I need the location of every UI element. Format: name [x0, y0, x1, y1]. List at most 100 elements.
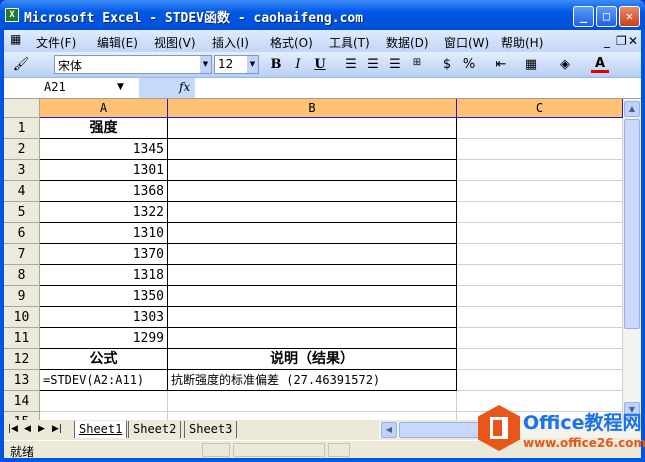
menu-tools[interactable]: 工具(T) [329, 34, 370, 51]
font-size-select[interactable]: 12 ▼ [214, 55, 259, 74]
cell-c11[interactable] [457, 328, 623, 349]
row-header-6[interactable]: 6 [4, 223, 40, 244]
cell-c7[interactable] [457, 244, 623, 265]
cell-b2[interactable] [168, 139, 457, 160]
cell-c5[interactable] [457, 202, 623, 223]
cell-a10[interactable]: 1303 [40, 307, 168, 328]
cell-c3[interactable] [457, 160, 623, 181]
cell-b5[interactable] [168, 202, 457, 223]
cell-b4[interactable] [168, 181, 457, 202]
cell-a8[interactable]: 1318 [40, 265, 168, 286]
next-sheet-icon[interactable]: ▶ [38, 424, 45, 434]
align-right-icon[interactable]: ☰ [386, 57, 404, 72]
cell-c4[interactable] [457, 181, 623, 202]
cell-c8[interactable] [457, 265, 623, 286]
cell-a15[interactable] [40, 412, 168, 420]
row-header-13[interactable]: 13 [4, 370, 40, 391]
close-button[interactable]: ✕ [619, 6, 640, 27]
minimize-button[interactable]: _ [573, 6, 594, 27]
row-header-3[interactable]: 3 [4, 160, 40, 181]
menu-format[interactable]: 格式(O) [270, 34, 313, 51]
menu-file[interactable]: 文件(F) [36, 34, 76, 51]
menu-insert[interactable]: 插入(I) [212, 34, 249, 51]
format-painter-icon[interactable]: 🖌 [12, 57, 30, 72]
doc-restore-icon[interactable]: ❐ [616, 34, 627, 48]
cell-b6[interactable] [168, 223, 457, 244]
cell-a3[interactable]: 1301 [40, 160, 168, 181]
row-header-9[interactable]: 9 [4, 286, 40, 307]
cell-b15[interactable] [168, 412, 457, 420]
column-header-a[interactable]: A [40, 99, 168, 118]
row-header-5[interactable]: 5 [4, 202, 40, 223]
first-sheet-icon[interactable]: |◀ [8, 424, 18, 434]
tab-sheet2[interactable]: Sheet2 [128, 421, 182, 438]
formula-input[interactable] [195, 78, 641, 98]
cell-a5[interactable]: 1322 [40, 202, 168, 223]
cell-c2[interactable] [457, 139, 623, 160]
cell-b7[interactable] [168, 244, 457, 265]
row-header-11[interactable]: 11 [4, 328, 40, 349]
cell-a7[interactable]: 1370 [40, 244, 168, 265]
vertical-scrollbar[interactable]: ▲ ▼ [623, 99, 641, 420]
row-header-14[interactable]: 14 [4, 391, 40, 412]
percent-button[interactable]: % [460, 57, 478, 72]
cell-b14[interactable] [168, 391, 457, 412]
row-header-8[interactable]: 8 [4, 265, 40, 286]
menu-window[interactable]: 窗口(W) [444, 34, 489, 51]
cell-a11[interactable]: 1299 [40, 328, 168, 349]
row-header-1[interactable]: 1 [4, 118, 40, 139]
cell-b1[interactable] [168, 118, 457, 139]
row-header-2[interactable]: 2 [4, 139, 40, 160]
cell-c10[interactable] [457, 307, 623, 328]
tab-sheet3[interactable]: Sheet3 [184, 421, 238, 438]
cell-a13[interactable]: =STDEV(A2:A11) [40, 370, 168, 391]
row-header-12[interactable]: 12 [4, 349, 40, 370]
italic-button[interactable]: I [289, 57, 307, 72]
cell-a12[interactable]: 公式 [40, 349, 168, 370]
font-color-icon[interactable]: A [591, 57, 609, 73]
workbook-icon[interactable]: ▦ [10, 32, 21, 46]
cell-a6[interactable]: 1310 [40, 223, 168, 244]
row-header-4[interactable]: 4 [4, 181, 40, 202]
decrease-indent-icon[interactable]: ⇤ [492, 57, 510, 72]
fx-icon[interactable]: fx [139, 78, 195, 98]
name-box-dropdown-icon[interactable]: ▼ [117, 82, 124, 92]
select-all-corner[interactable] [4, 99, 40, 118]
borders-icon[interactable]: ▦ [522, 57, 540, 72]
maximize-button[interactable]: □ [596, 6, 617, 27]
menu-edit[interactable]: 编辑(E) [97, 34, 138, 51]
row-header-7[interactable]: 7 [4, 244, 40, 265]
doc-minimize-icon[interactable]: _ [604, 34, 610, 48]
row-header-10[interactable]: 10 [4, 307, 40, 328]
cell-a2[interactable]: 1345 [40, 139, 168, 160]
cell-b8[interactable] [168, 265, 457, 286]
cell-c9[interactable] [457, 286, 623, 307]
worksheet-grid[interactable]: A B C 1 强度 2 1345 3 1301 4 1368 5 1322 6 1310 7 1370 8 131… [4, 99, 623, 420]
scroll-thumb[interactable] [624, 119, 640, 329]
scroll-left-icon[interactable]: ◀ [381, 422, 397, 438]
cell-a1[interactable]: 强度 [40, 118, 168, 139]
fill-color-icon[interactable]: ◈ [556, 57, 574, 72]
align-center-icon[interactable]: ☰ [364, 57, 382, 72]
column-header-b[interactable]: B [168, 99, 457, 118]
cell-c13[interactable] [457, 370, 623, 391]
cell-a9[interactable]: 1350 [40, 286, 168, 307]
bold-button[interactable]: B [267, 57, 285, 72]
row-header-15[interactable]: 15 [4, 412, 40, 420]
scroll-up-icon[interactable]: ▲ [624, 101, 640, 117]
underline-button[interactable]: U [311, 57, 329, 72]
font-select[interactable]: 宋体 ▼ [54, 55, 212, 74]
cell-c6[interactable] [457, 223, 623, 244]
merge-center-icon[interactable]: ⊞ [408, 57, 426, 68]
cell-b10[interactable] [168, 307, 457, 328]
cell-b11[interactable] [168, 328, 457, 349]
align-left-icon[interactable]: ☰ [342, 57, 360, 72]
menu-view[interactable]: 视图(V) [154, 34, 196, 51]
cell-a14[interactable] [40, 391, 168, 412]
prev-sheet-icon[interactable]: ◀ [24, 424, 31, 434]
currency-icon[interactable]: $ [438, 57, 456, 72]
menu-help[interactable]: 帮助(H) [501, 34, 543, 51]
cell-b12[interactable]: 说明（结果） [168, 349, 457, 370]
cell-a4[interactable]: 1368 [40, 181, 168, 202]
cell-b9[interactable] [168, 286, 457, 307]
